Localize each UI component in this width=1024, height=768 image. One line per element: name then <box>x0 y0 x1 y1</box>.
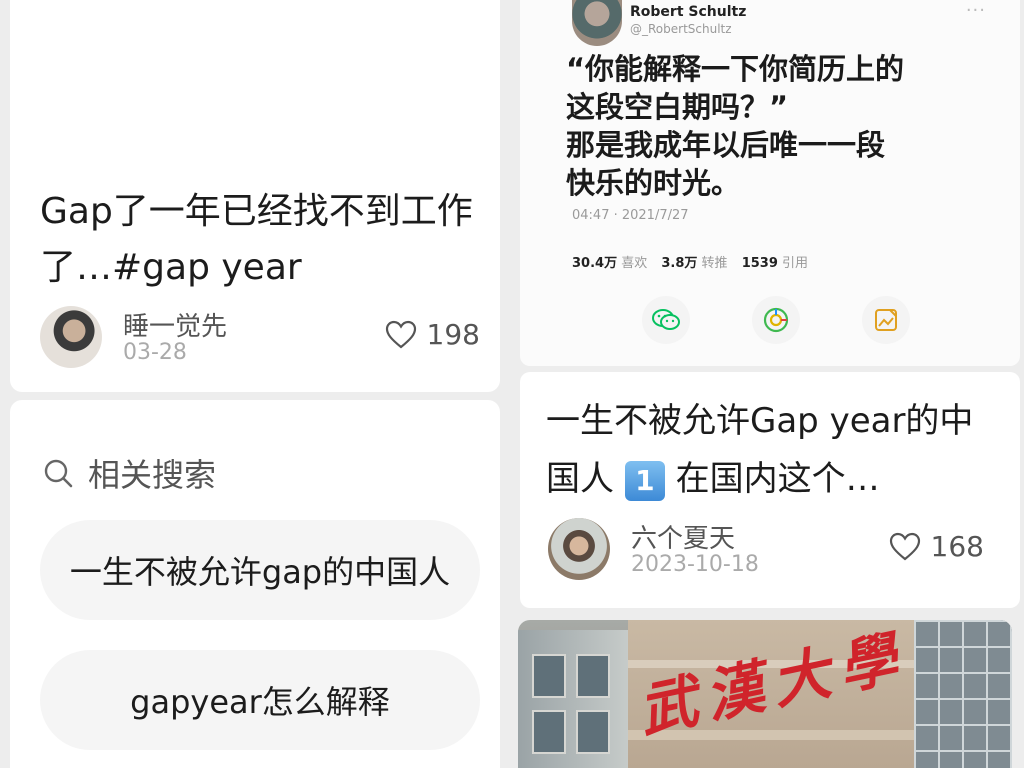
like-button[interactable]: 168 <box>889 530 984 563</box>
author-row: 六个夏天 2023-10-18 168 <box>548 518 984 582</box>
tweet-avatar <box>572 0 622 46</box>
related-search-item[interactable]: 一生不被允许gap的中国人 <box>40 520 480 620</box>
post-card[interactable]: Gap了一年已经找不到工作了…#gap year 睡一觉先 03-28 198 <box>10 0 500 392</box>
poster-icon <box>875 309 897 331</box>
poster-share-button[interactable] <box>862 296 910 344</box>
post-card[interactable]: 一生不被允许Gap year的中国人 1 在国内这个… 六个夏天 2023-10… <box>520 372 1020 608</box>
stat-label: 喜欢 <box>621 256 648 271</box>
heart-icon <box>889 532 920 560</box>
related-label: 相关搜索 <box>88 456 217 494</box>
related-searches: 相关搜索 一生不被允许gap的中国人 gapyear怎么解释 <box>10 400 500 768</box>
post-title-part: 在国内这个… <box>675 459 880 499</box>
tweet-handle: @_RobertSchultz <box>630 22 732 36</box>
tweet-image-card[interactable]: Robert Schultz @_RobertSchultz ··· “你能解释… <box>520 0 1020 366</box>
tweet-author-name: Robert Schultz <box>630 4 747 20</box>
stat-value: 3.8万 <box>661 256 698 271</box>
moments-share-button[interactable] <box>752 296 800 344</box>
post-title[interactable]: 一生不被允许Gap year的中国人 1 在国内这个… <box>546 392 1002 508</box>
tweet-timestamp: 04:47 · 2021/7/27 <box>572 208 689 223</box>
more-icon: ··· <box>965 0 986 21</box>
left-column: Gap了一年已经找不到工作了…#gap year 睡一觉先 03-28 198 … <box>0 0 510 768</box>
like-count: 168 <box>930 530 984 563</box>
author-name[interactable]: 六个夏天 <box>631 518 735 555</box>
related-search-item[interactable]: gapyear怎么解释 <box>40 650 480 750</box>
number-one-emoji-icon: 1 <box>624 460 665 501</box>
share-row <box>640 296 920 346</box>
building-image <box>518 630 628 768</box>
author-name[interactable]: 睡一觉先 <box>123 306 227 343</box>
stat-label: 引用 <box>782 256 809 271</box>
stat-value: 1539 <box>741 256 778 271</box>
stat-value: 30.4万 <box>572 256 618 271</box>
right-column: Robert Schultz @_RobertSchultz ··· “你能解释… <box>514 0 1024 768</box>
author-row: 睡一觉先 03-28 198 <box>40 306 480 370</box>
tweet-text: “你能解释一下你简历上的 这段空白期吗？” 那是我成年以后唯一一段 快乐的时光。 <box>566 52 905 200</box>
stat-label: 转推 <box>701 256 728 271</box>
post-date: 03-28 <box>123 340 187 365</box>
heart-icon <box>385 320 416 348</box>
tweet-stats: 30.4万 喜欢 3.8万 转推 1539 引用 <box>572 252 818 271</box>
search-icon <box>44 459 73 488</box>
avatar[interactable] <box>548 518 610 580</box>
post-date: 2023-10-18 <box>631 552 759 577</box>
moments-icon <box>763 307 789 333</box>
wechat-share-button[interactable] <box>642 296 690 344</box>
avatar[interactable] <box>40 306 102 368</box>
like-count: 198 <box>426 318 480 351</box>
post-title[interactable]: Gap了一年已经找不到工作了…#gap year <box>40 184 480 296</box>
related-header: 相关搜索 <box>42 450 216 496</box>
post-image-card[interactable]: 武漢大學 <box>518 620 1012 768</box>
like-button[interactable]: 198 <box>385 318 480 351</box>
wechat-icon <box>652 309 680 330</box>
